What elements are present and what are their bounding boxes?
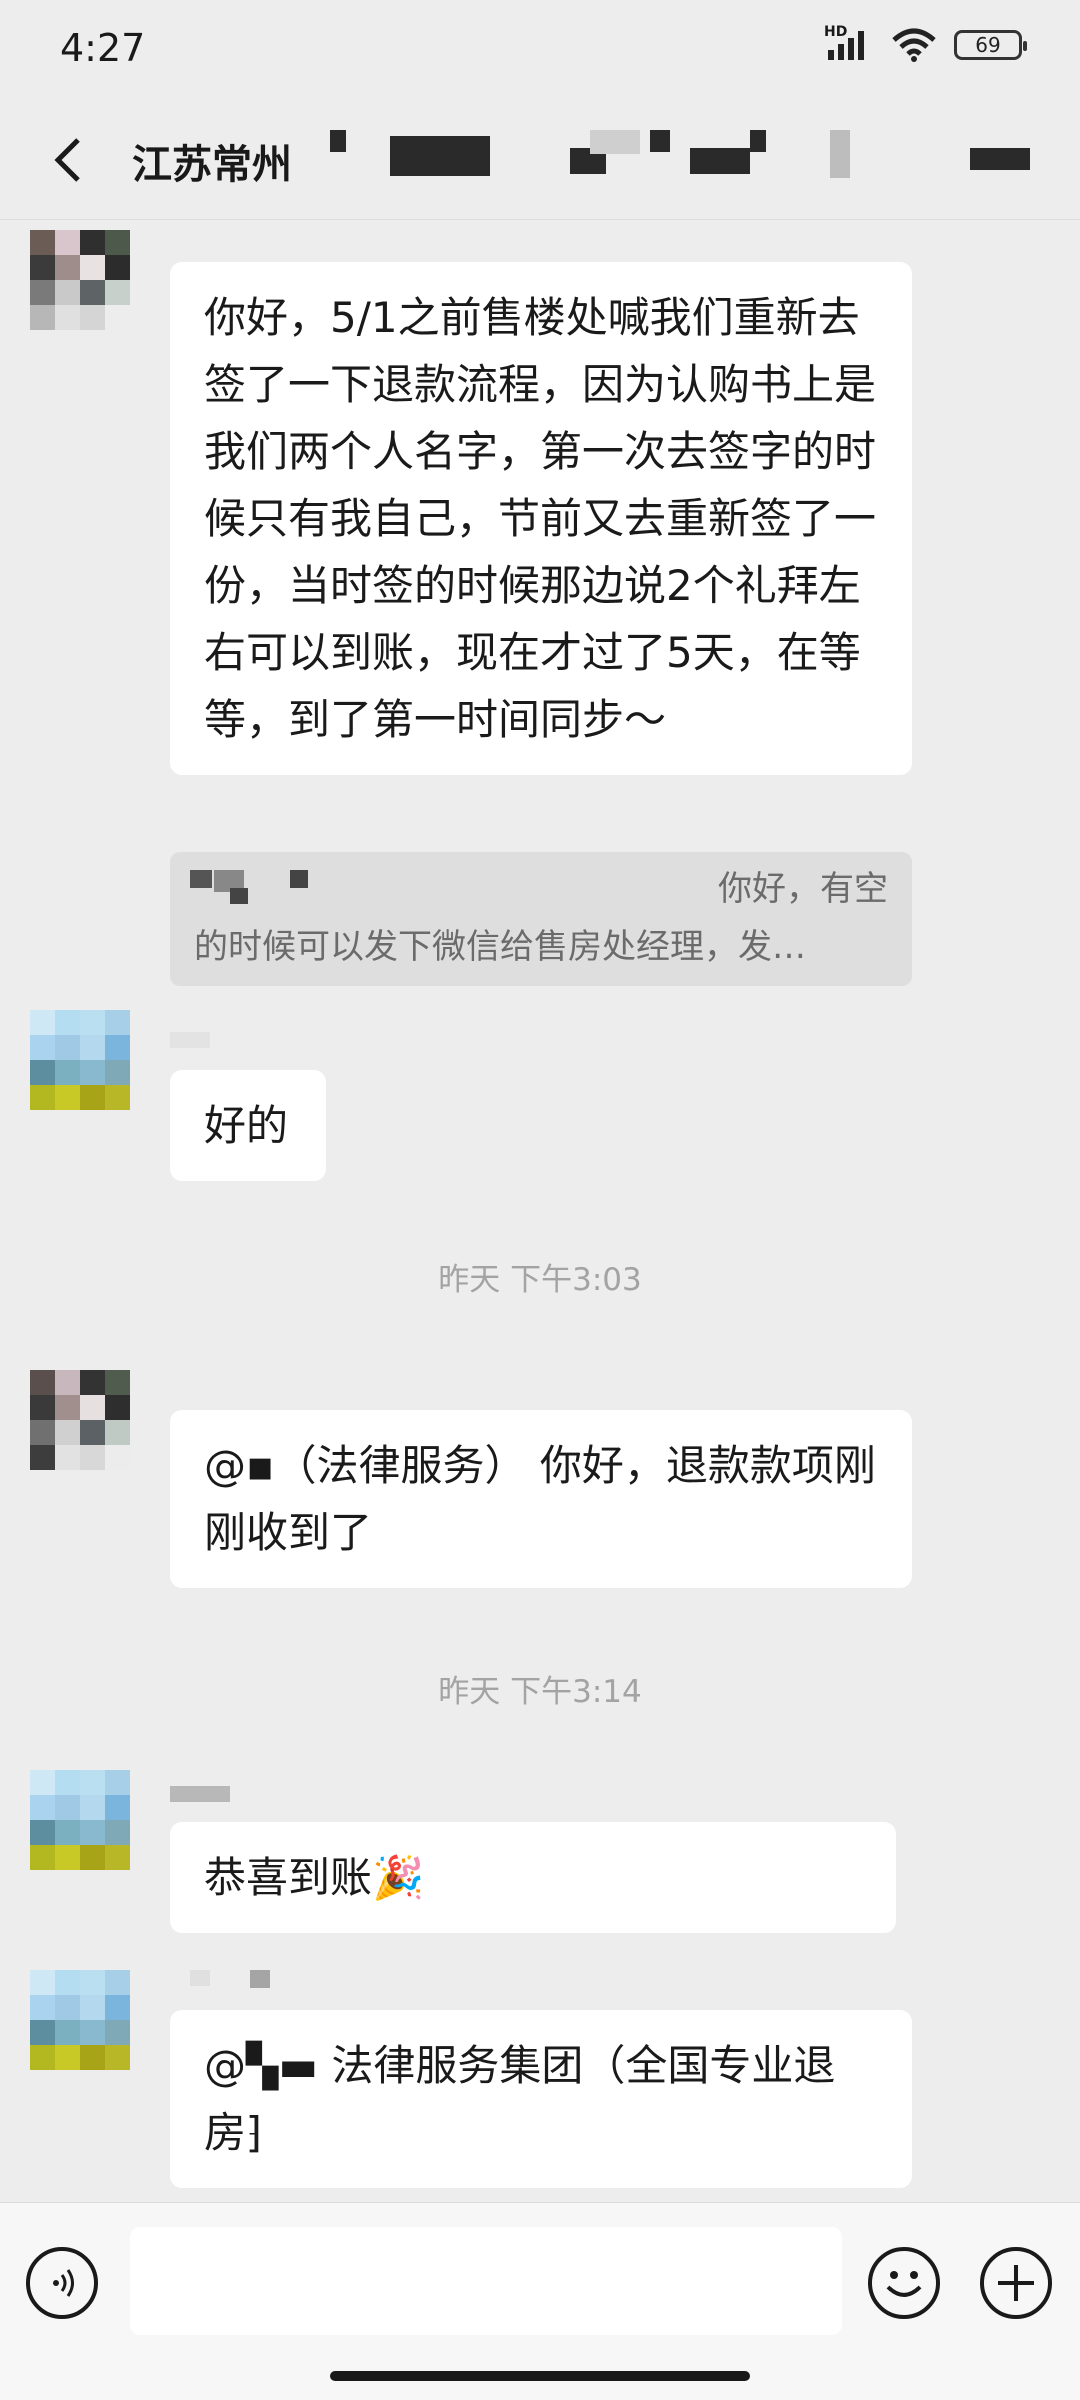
- message-bubble[interactable]: @▪（法律服务） 你好，退款款项刚刚收到了: [170, 1410, 912, 1588]
- avatar[interactable]: [30, 1970, 130, 2070]
- message-bubble[interactable]: @▚▬ 法律服务集团（全国专业退房⁆: [170, 2010, 912, 2188]
- signal-icon: HD: [824, 24, 874, 62]
- emoji-icon[interactable]: [868, 2247, 940, 2319]
- battery-level: 69: [975, 33, 1001, 57]
- quoted-message[interactable]: 你好，有空 的时候可以发下微信给售房处经理，发…: [170, 852, 912, 986]
- sender-nickname: [190, 1970, 210, 1986]
- quote-line-2: 的时候可以发下微信给售房处经理，发…: [194, 927, 806, 967]
- sender-nickname: [170, 1032, 210, 1048]
- home-indicator[interactable]: [330, 2371, 750, 2381]
- avatar[interactable]: [30, 1770, 130, 1870]
- timestamp: 昨天 下午3:14: [438, 1674, 642, 1710]
- battery-icon: 69: [954, 30, 1027, 60]
- hd-label: HD: [824, 24, 848, 40]
- avatar[interactable]: [30, 1010, 130, 1110]
- message-bubble[interactable]: 你好，5/1之前售楼处喊我们重新去签了一下退款流程，因为认购书上是我们两个人名字…: [170, 262, 912, 775]
- plus-icon[interactable]: [980, 2247, 1052, 2319]
- message-bubble[interactable]: 恭喜到账🎉: [170, 1822, 896, 1933]
- status-time: 4:27: [60, 26, 146, 70]
- wifi-icon: [892, 28, 936, 62]
- timestamp: 昨天 下午3:03: [438, 1262, 642, 1298]
- avatar[interactable]: [30, 230, 130, 330]
- chat-header: 江苏常州: [0, 100, 1080, 220]
- status-bar: 4:27 HD 69: [0, 0, 1080, 100]
- input-bar: [0, 2202, 1080, 2400]
- message-input[interactable]: [130, 2227, 842, 2335]
- status-icons: HD 69: [824, 24, 1027, 62]
- quote-line-1: 你好，有空: [718, 869, 888, 909]
- avatar[interactable]: [30, 1370, 130, 1470]
- chat-area[interactable]: 你好，5/1之前售楼处喊我们重新去签了一下退款流程，因为认购书上是我们两个人名字…: [0, 222, 1080, 2202]
- back-icon[interactable]: [40, 130, 100, 190]
- message-bubble[interactable]: 好的: [170, 1070, 326, 1181]
- sender-nickname: [170, 1786, 230, 1802]
- chat-title: 江苏常州: [132, 142, 292, 188]
- voice-icon[interactable]: [26, 2247, 98, 2319]
